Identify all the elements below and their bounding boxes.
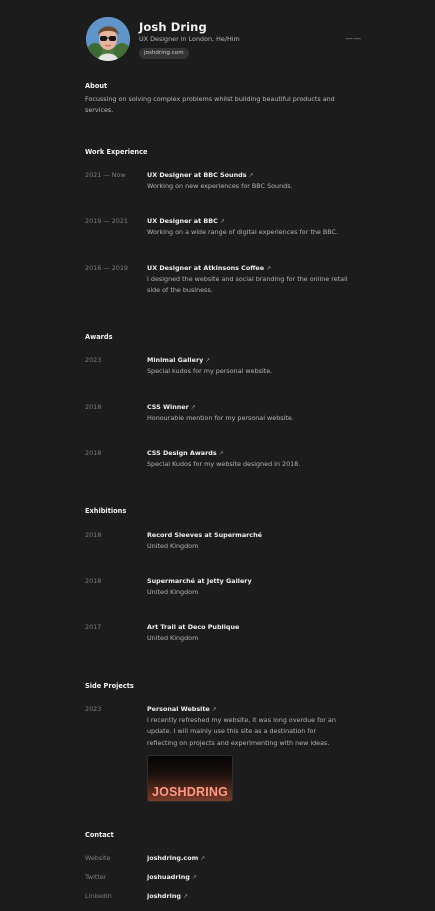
work-date: 2021 — Now	[85, 171, 126, 179]
profile-page: Josh Dring UX Designer in London, He/Him…	[0, 0, 435, 911]
work-description: Working on a wide range of digital exper…	[147, 228, 339, 236]
work-title-link[interactable]: UX Designer at BBC ↗	[147, 217, 225, 225]
award-title-link[interactable]: Minimal Gallery ↗	[147, 356, 210, 364]
contact-link-website[interactable]: joshdring.com ↗	[147, 854, 205, 862]
work-title-link[interactable]: UX Designer at Atkinsons Coffee ↗	[147, 264, 271, 272]
work-title: UX Designer at BBC	[147, 217, 218, 225]
avatar-photo	[86, 17, 130, 61]
award-description: Honourable mention for my personal websi…	[147, 414, 294, 422]
project-thumbnail-wordmark: JOSHDRING	[151, 785, 229, 799]
exhibition-title: Supermarché at Jetty Gallery	[147, 577, 252, 585]
project-description: I recently refreshed my website, it was …	[147, 716, 336, 747]
exhibition-location: United Kingdom	[147, 542, 199, 550]
contact-value: joshuadring	[147, 873, 190, 881]
external-link-icon: ↗	[182, 893, 189, 900]
profile-name: Josh Dring	[139, 20, 207, 34]
external-link-icon: ↗	[211, 706, 217, 713]
work-heading: Work Experience	[85, 148, 148, 156]
contact-link-linkedin[interactable]: joshdring ↗	[147, 892, 188, 900]
award-title: CSS Winner	[147, 403, 189, 411]
exhibition-location: United Kingdom	[147, 634, 199, 642]
work-description: I designed the website and social brandi…	[147, 275, 348, 295]
external-link-icon: ↗	[248, 172, 254, 179]
external-link-icon: ↗	[266, 265, 272, 272]
work-date: 2019 — 2021	[85, 217, 128, 225]
contact-link-twitter[interactable]: joshuadring ↗	[147, 873, 197, 881]
external-link-icon: ↗	[190, 404, 196, 411]
award-date: 2018	[85, 403, 102, 411]
project-date: 2023	[85, 705, 102, 713]
award-description: Special kudos for my personal website.	[147, 367, 273, 375]
project-title-link[interactable]: Personal Website ↗	[147, 705, 217, 713]
contact-label-twitter: Twitter	[85, 873, 107, 881]
external-link-icon: ↗	[218, 450, 224, 457]
contact-label-linkedin: LinkedIn	[85, 892, 112, 900]
external-link-icon: ↗	[200, 855, 206, 862]
project-thumbnail[interactable]: JOSHDRING	[147, 755, 233, 802]
external-link-icon: ↗	[205, 357, 211, 364]
award-date: 2023	[85, 356, 102, 364]
exhibition-title: Record Sleeves at Supermarché	[147, 531, 262, 539]
website-link-pill[interactable]: joshdring.com	[139, 48, 189, 59]
work-title: UX Designer at BBC Sounds	[147, 171, 247, 179]
avatar	[86, 17, 130, 61]
external-link-icon: ↗	[219, 218, 225, 225]
contact-heading: Contact	[85, 831, 114, 839]
award-title: CSS Design Awards	[147, 449, 217, 457]
exhibition-date: 2017	[85, 623, 102, 631]
awards-heading: Awards	[85, 333, 113, 341]
side-projects-heading: Side Projects	[85, 682, 134, 690]
profile-subtitle: UX Designer in London, He/Him	[139, 35, 240, 43]
contact-value: joshdring	[147, 892, 181, 900]
ellipsis-icon[interactable]: — —	[345, 34, 362, 43]
work-date: 2016 — 2019	[85, 264, 128, 272]
exhibitions-heading: Exhibitions	[85, 507, 127, 515]
about-text: Focussing on solving complex problems wh…	[85, 95, 335, 114]
exhibition-date: 2018	[85, 531, 102, 539]
award-title: Minimal Gallery	[147, 356, 204, 364]
award-date: 2018	[85, 449, 102, 457]
contact-value: joshdring.com	[147, 854, 199, 862]
award-title-link[interactable]: CSS Winner ↗	[147, 403, 196, 411]
project-title: Personal Website	[147, 705, 210, 713]
exhibition-location: United Kingdom	[147, 588, 199, 596]
award-description: Special Kudos for my website designed in…	[147, 460, 301, 468]
award-title-link[interactable]: CSS Design Awards ↗	[147, 449, 224, 457]
work-description: Working on new experiences for BBC Sound…	[147, 182, 293, 190]
work-title: UX Designer at Atkinsons Coffee	[147, 264, 265, 272]
contact-label-website: Website	[85, 854, 111, 862]
exhibition-date: 2018	[85, 577, 102, 585]
exhibition-title: Art Trail at Deco Publique	[147, 623, 240, 631]
about-heading: About	[85, 82, 108, 90]
work-title-link[interactable]: UX Designer at BBC Sounds ↗	[147, 171, 254, 179]
external-link-icon: ↗	[191, 874, 197, 881]
